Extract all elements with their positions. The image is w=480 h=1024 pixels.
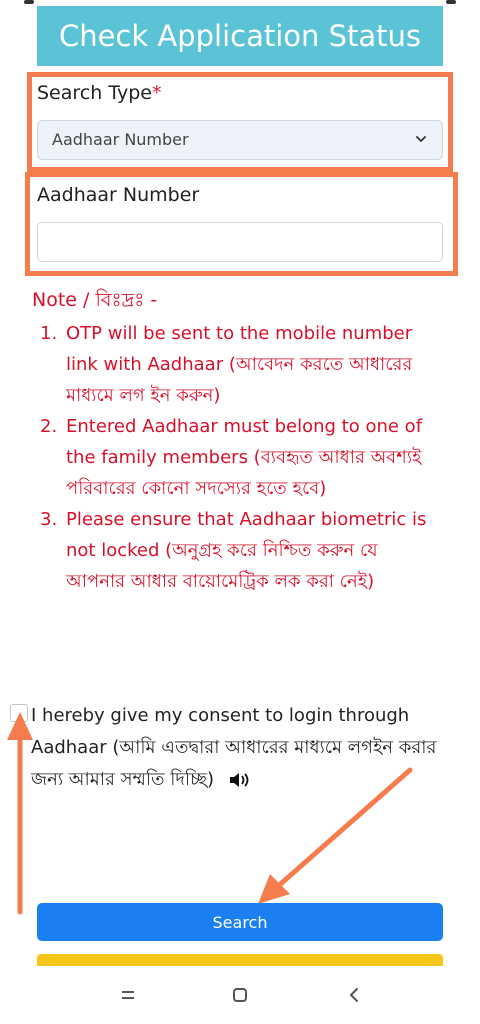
arrow-up-icon [7, 712, 33, 915]
consent-checkbox[interactable] [10, 704, 28, 722]
search-type-select[interactable]: Aadhaar Number [37, 120, 443, 160]
note-item: 2. Entered Aadhaar must belong to one of… [40, 411, 440, 504]
back-chevron-icon[interactable] [340, 982, 368, 1008]
note-item: 1. OTP will be sent to the mobile number… [40, 318, 440, 411]
search-button[interactable]: Search [37, 903, 443, 941]
note-item-text: Please ensure that Aadhaar biometric is … [66, 509, 427, 592]
speaker-icon[interactable] [228, 771, 254, 789]
note-list: 1. OTP will be sent to the mobile number… [40, 318, 440, 597]
search-type-value: Aadhaar Number [52, 130, 189, 149]
chevron-down-icon [416, 136, 426, 142]
aadhaar-number-input[interactable] [37, 222, 443, 262]
required-marker: * [151, 82, 162, 104]
note-heading: Note / বিঃদ্রঃ - [32, 289, 158, 311]
note-item: 3. Please ensure that Aadhaar biometric … [40, 504, 440, 597]
note-item-text: OTP will be sent to the mobile number li… [66, 323, 413, 406]
menu-lines-icon[interactable] [114, 982, 142, 1008]
search-type-label: Search Type* [37, 82, 162, 104]
system-nav-bar [0, 966, 480, 1024]
note-item-number: 2. [40, 416, 58, 437]
status-indicator [446, 0, 456, 4]
secondary-button-strip[interactable] [37, 954, 443, 966]
consent-label: I hereby give my consent to login throug… [31, 700, 441, 796]
status-indicator [24, 0, 34, 4]
application-status-page: Check Application Status Search Type* Aa… [0, 0, 480, 1024]
page-title: Check Application Status [37, 6, 443, 66]
aadhaar-number-label: Aadhaar Number [37, 184, 200, 206]
note-item-text: Entered Aadhaar must belong to one of th… [66, 416, 423, 499]
note-item-number: 3. [40, 509, 58, 530]
home-square-icon[interactable] [226, 982, 254, 1008]
note-item-number: 1. [40, 323, 58, 344]
